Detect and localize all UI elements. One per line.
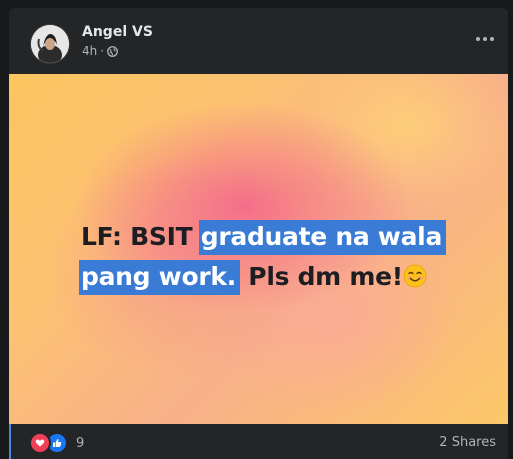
dot-icon [490, 37, 494, 41]
post-text: LF: BSIT graduate na wala pang work. Pls … [79, 217, 481, 297]
post-footer: 9 2 Shares [9, 424, 508, 459]
post-header: Angel VS 4h · [9, 8, 508, 74]
reaction-count: 9 [76, 435, 85, 451]
meta-separator: · [100, 44, 105, 58]
globe-icon[interactable] [107, 45, 118, 57]
smiling-face-emoji-icon [403, 264, 427, 288]
shares-count-link[interactable]: 2 Shares [439, 435, 496, 450]
reactions-summary[interactable]: 9 [29, 432, 84, 454]
highlighted-text-2: pang work. [79, 260, 240, 295]
more-options-button[interactable] [471, 29, 499, 49]
post-meta: 4h · [82, 44, 118, 58]
author-name[interactable]: Angel VS [82, 24, 153, 40]
highlighted-text-1: graduate na wala [198, 220, 447, 255]
background-post[interactable]: LF: BSIT graduate na wala pang work. Pls … [9, 74, 508, 424]
love-reaction-icon [29, 432, 51, 454]
dot-icon [483, 37, 487, 41]
dot-icon [476, 37, 480, 41]
post-text-part2: Pls dm me! [239, 262, 403, 291]
post-text-part1: LF: BSIT [81, 222, 201, 251]
post-card: Angel VS 4h · LF: BSIT graduate na wala p… [9, 8, 508, 459]
post-time[interactable]: 4h [82, 44, 97, 58]
author-avatar[interactable] [31, 25, 69, 63]
avatar-image [31, 25, 69, 63]
